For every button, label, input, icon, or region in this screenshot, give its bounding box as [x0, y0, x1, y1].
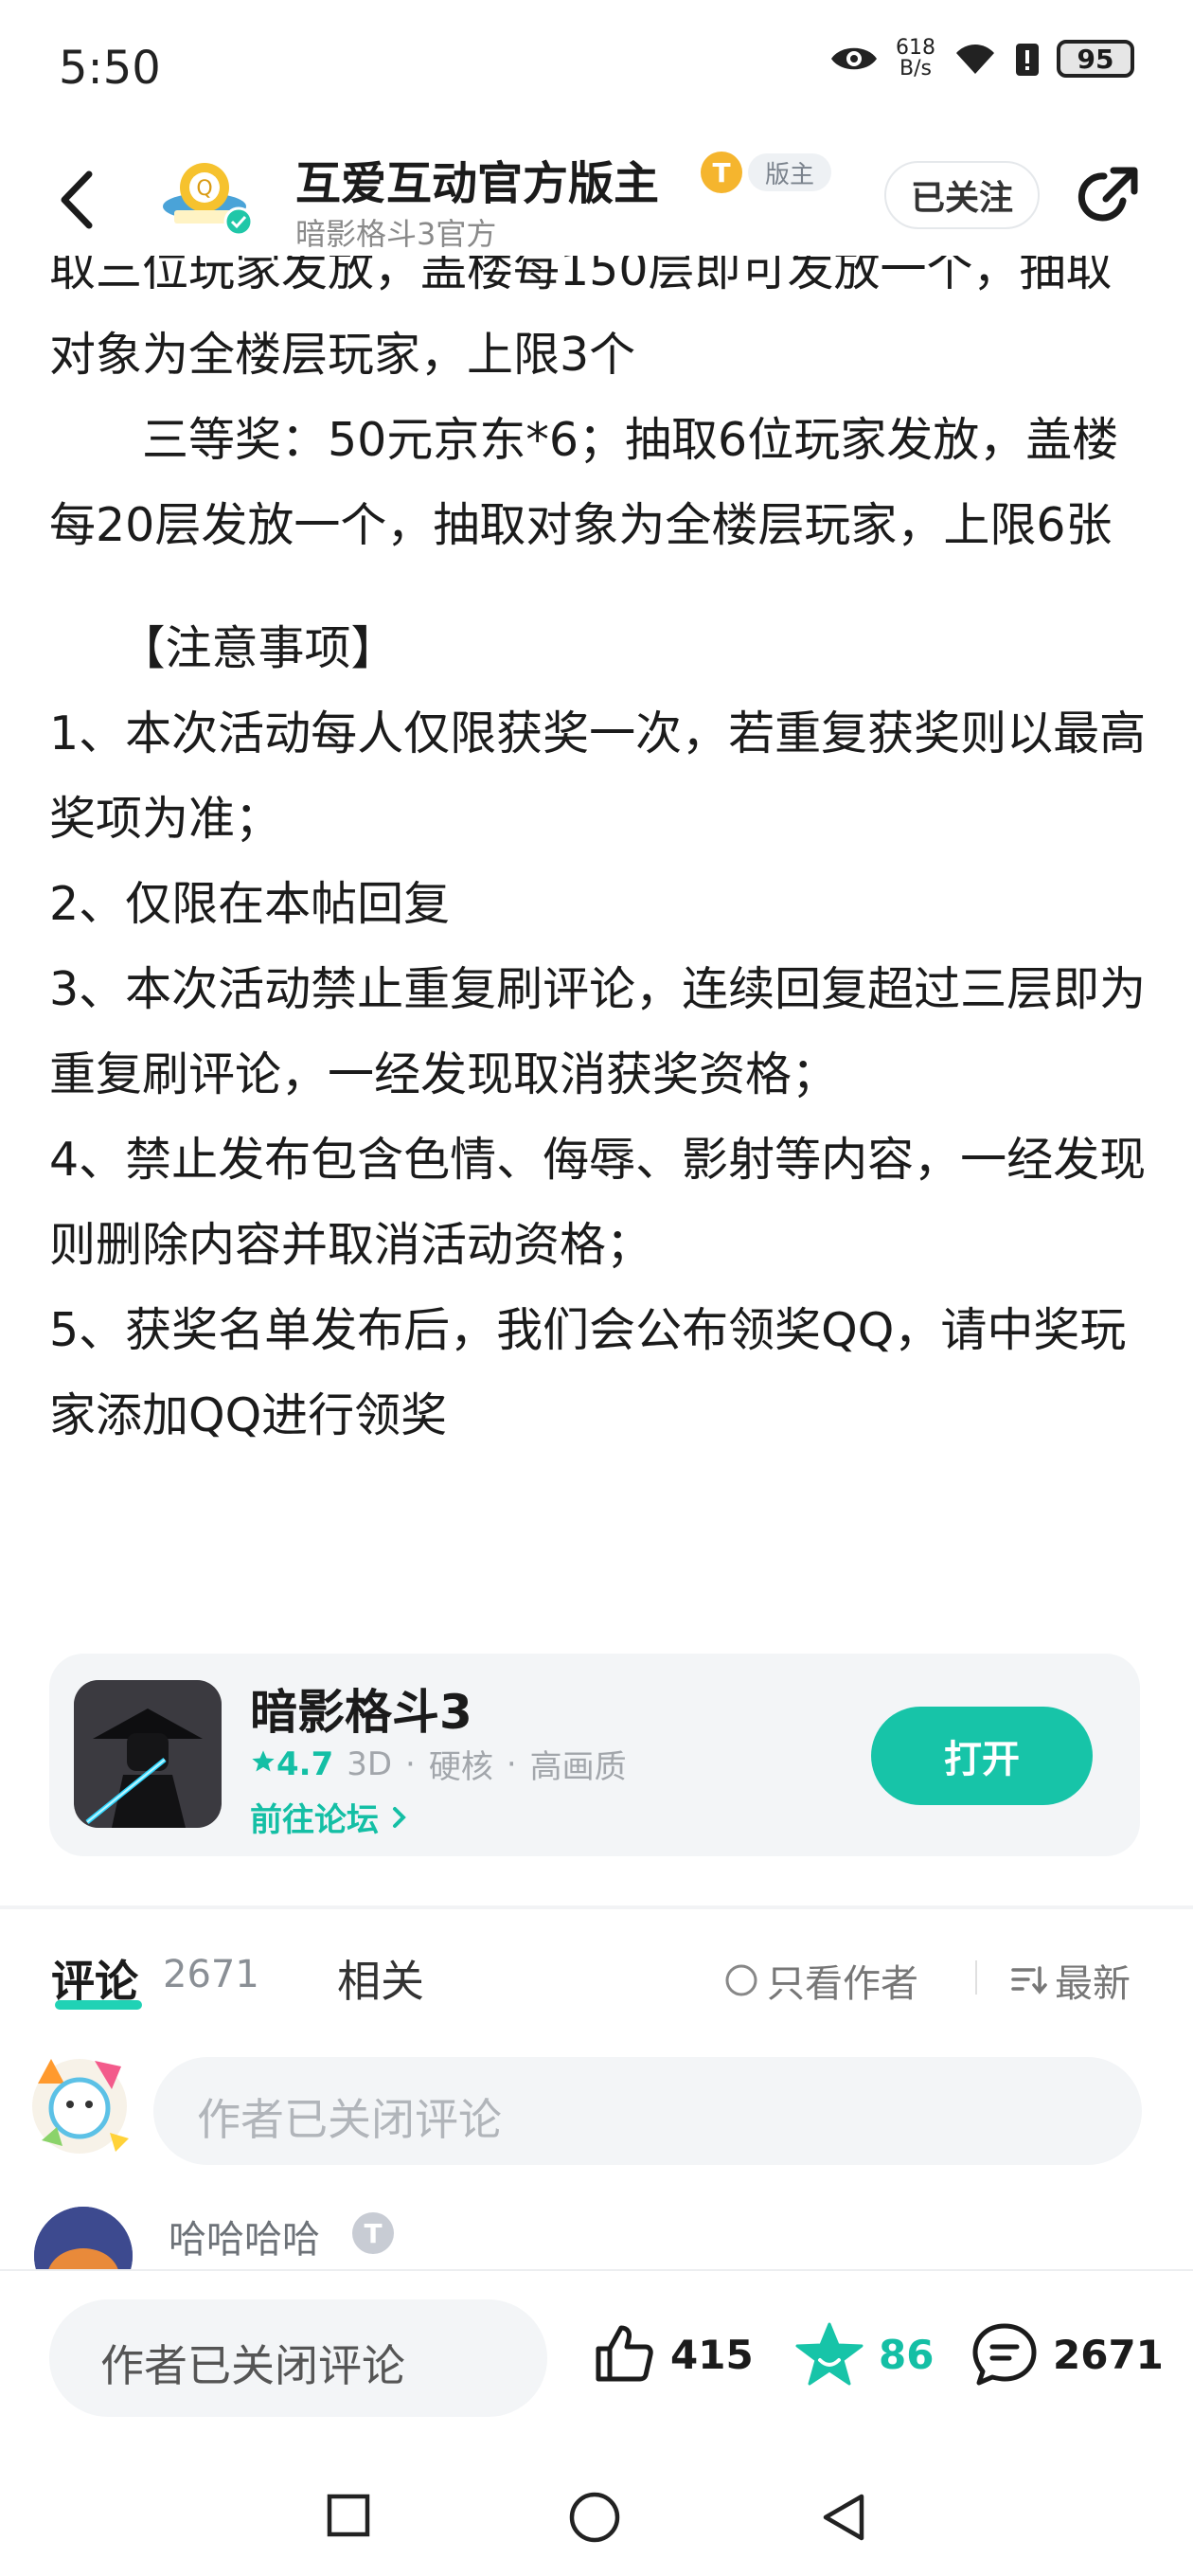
- open-app-button[interactable]: 打开: [871, 1707, 1093, 1805]
- star-icon: [252, 1749, 275, 1771]
- comment-input-placeholder: 作者已关闭评论: [197, 2094, 502, 2145]
- svg-text:Q: Q: [196, 177, 212, 201]
- back-nav-icon[interactable]: [818, 2491, 867, 2544]
- author-only-toggle[interactable]: 只看作者: [723, 1953, 918, 2008]
- net-speed: 618 B/s: [896, 38, 935, 80]
- app-card[interactable]: 暗影格斗3 4.7 3D · 硬核 · 高画质 前往论坛 打开: [49, 1654, 1140, 1856]
- app-name[interactable]: 暗影格斗3: [250, 1674, 472, 1743]
- paragraph: 2、仅限在本帖回复: [49, 877, 451, 931]
- app-icon[interactable]: [74, 1680, 222, 1828]
- comment-button[interactable]: 2671: [970, 2320, 1164, 2388]
- active-tab-indicator: [55, 2000, 142, 2010]
- recent-apps-icon[interactable]: [326, 2493, 371, 2538]
- app-meta: 4.7 3D · 硬核 · 高画质: [250, 1741, 627, 1787]
- app-tag: 3D: [347, 1744, 393, 1783]
- favorite-button[interactable]: 86: [793, 2320, 934, 2388]
- comment-username[interactable]: 哈哈哈哈: [169, 2209, 320, 2263]
- status-bar: 5:50 618 B/s 95: [0, 0, 1193, 142]
- post-content: 取三位玩家发放，盖楼每150层即可发放一个，抽取对象为全楼层玩家，上限3个 三等…: [49, 227, 1148, 1458]
- share-icon[interactable]: [1074, 163, 1142, 231]
- battery-level: 95: [1057, 40, 1134, 78]
- status-time: 5:50: [59, 42, 161, 95]
- net-speed-value: 618: [896, 36, 935, 60]
- bottom-action-bar: 作者已关闭评论 415 86 2671: [0, 2269, 1193, 2457]
- app-rating-value: 4.7: [276, 1744, 334, 1783]
- level-badge: T: [701, 152, 742, 193]
- comments-count: 2671: [163, 1953, 259, 1996]
- paragraph: 1、本次活动每人仅限获奖一次，若重复获奖则以最高奖项为准；: [49, 707, 1147, 846]
- section-divider: [0, 1905, 1193, 1909]
- tag-separator: ·: [405, 1744, 416, 1783]
- paragraph: 3、本次活动禁止重复刷评论，连续回复超过三层即为重复刷评论，一经发现取消获奖资格…: [49, 962, 1147, 1101]
- star-icon: [795, 2322, 864, 2386]
- back-arrow-icon[interactable]: [55, 169, 97, 231]
- app-tag: 高画质: [529, 1748, 627, 1786]
- post-header: Q 互爱互动官方版主 暗影格斗3官方 T 版主 已关注: [0, 142, 1193, 256]
- sort-latest-button[interactable]: 最新: [1009, 1953, 1131, 2008]
- paragraph: 三等奖：50元京东*6；抽取6位玩家发放，盖楼每20层发放一个，抽取对象为全楼层…: [49, 413, 1119, 552]
- app-tag: 硬核: [428, 1748, 493, 1786]
- eye-icon: [831, 47, 877, 70]
- paragraph: 5、获奖名单发布后，我们会公布领奖QQ，请中奖玩家添加QQ进行领奖: [49, 1303, 1127, 1442]
- thumbs-up-icon: [596, 2325, 653, 2382]
- status-icons: 618 B/s 95: [829, 38, 1134, 80]
- comments-total: 2671: [1053, 2331, 1164, 2378]
- forum-link-label: 前往论坛: [250, 1801, 379, 1839]
- home-icon[interactable]: [568, 2491, 621, 2544]
- net-speed-unit: B/s: [899, 57, 932, 80]
- favorites-count: 86: [879, 2331, 935, 2378]
- paragraph: 4、禁止发布包含色情、侮辱、影射等内容，一经发现则删除内容并取消活动资格；: [49, 1133, 1147, 1272]
- comment-input[interactable]: 作者已关闭评论: [153, 2057, 1142, 2165]
- author-name[interactable]: 互爱互动官方版主: [295, 146, 659, 212]
- forum-link[interactable]: 前往论坛: [250, 1794, 409, 1840]
- bottom-input-text: 作者已关闭评论: [100, 2340, 405, 2391]
- bottom-comment-input[interactable]: 作者已关闭评论: [49, 2299, 547, 2417]
- radio-circle-icon: [725, 1964, 757, 1996]
- comment-bubble-icon: [972, 2323, 1037, 2386]
- system-nav-bar: [0, 2455, 1193, 2576]
- tab-separator: [975, 1960, 977, 1995]
- tag-separator: ·: [506, 1744, 517, 1783]
- current-user-avatar: [19, 2046, 140, 2167]
- chevron-right-icon: [392, 1807, 406, 1828]
- app-rating: 4.7: [250, 1745, 333, 1783]
- sort-label: 最新: [1055, 1962, 1131, 2006]
- sort-icon: [1011, 1966, 1047, 1995]
- follow-button[interactable]: 已关注: [884, 161, 1040, 229]
- paragraph: 【注意事项】: [49, 621, 398, 675]
- tab-related[interactable]: 相关: [337, 1947, 424, 2010]
- likes-count: 415: [670, 2331, 754, 2378]
- author-only-label: 只看作者: [767, 1962, 918, 2006]
- author-avatar[interactable]: Q: [161, 157, 259, 242]
- moderator-badge: 版主: [748, 153, 832, 191]
- author-subtitle: 暗影格斗3官方: [295, 216, 497, 252]
- alert-battery-icon: [1016, 44, 1039, 76]
- like-button[interactable]: 415: [589, 2320, 754, 2388]
- wifi-icon: [956, 45, 994, 74]
- comment-level-badge: T: [352, 2212, 394, 2254]
